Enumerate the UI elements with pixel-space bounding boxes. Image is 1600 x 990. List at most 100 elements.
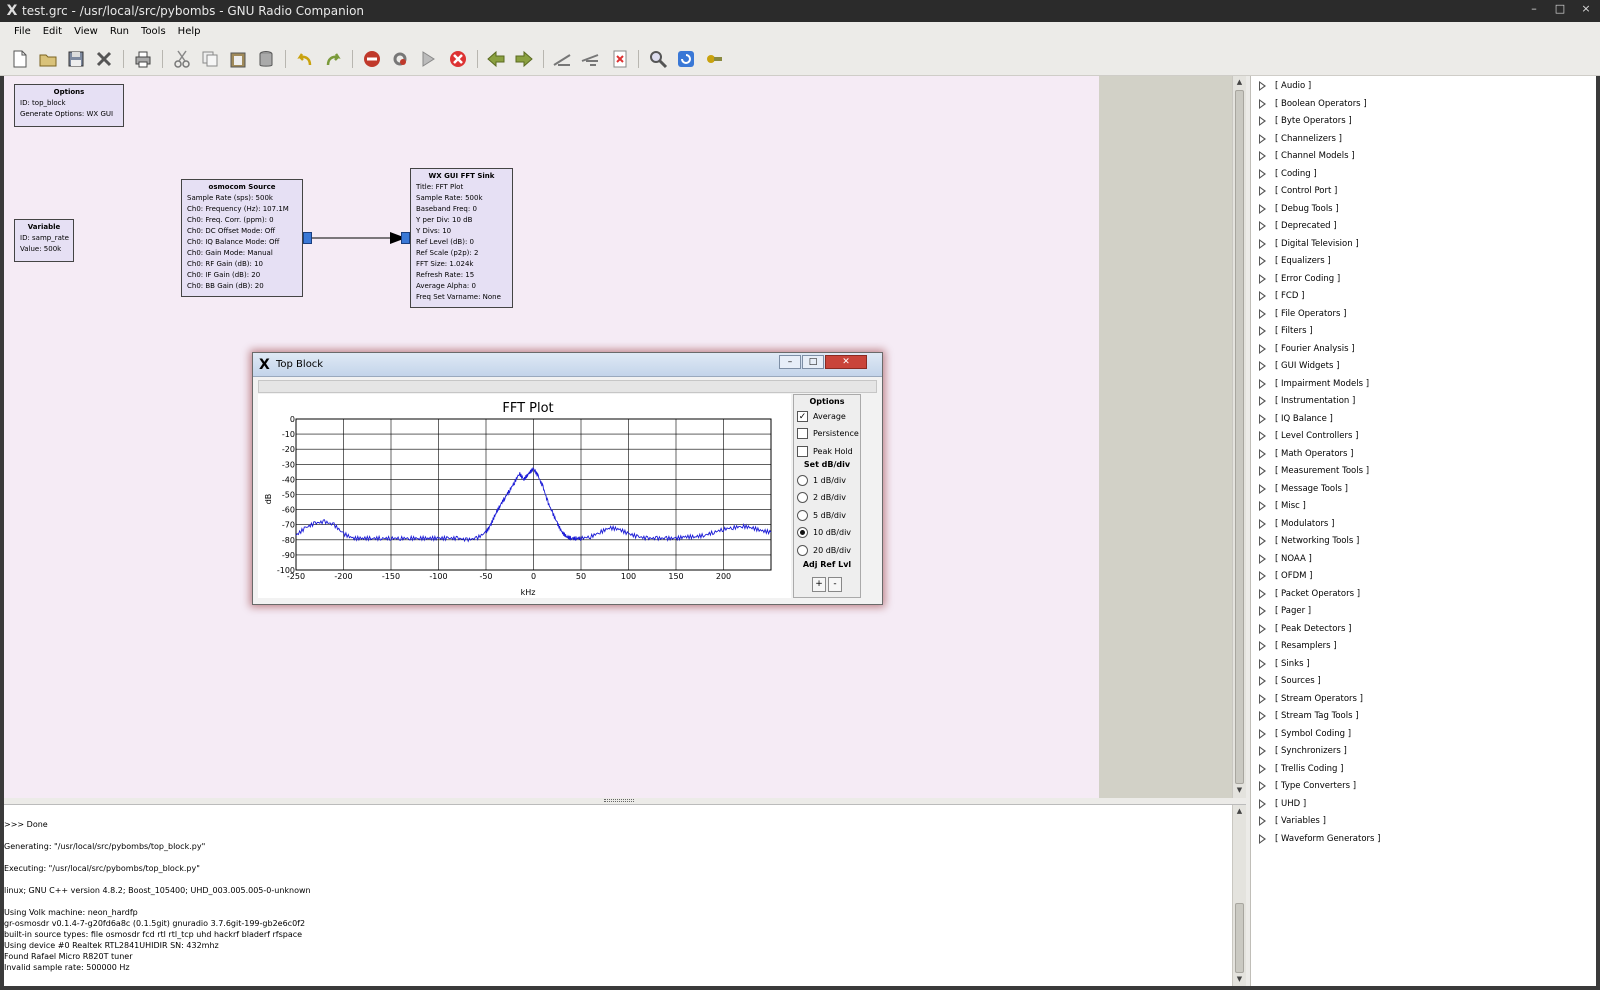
expand-arrow-icon[interactable] [1259,728,1267,739]
tree-category[interactable]: [ Byte Operators ] [1259,114,1352,128]
radio-icon[interactable] [797,509,808,521]
tree-category[interactable]: [ Deprecated ] [1259,219,1337,233]
tree-category[interactable]: [ Message Tools ] [1259,482,1348,496]
tree-category[interactable]: [ Synchronizers ] [1259,744,1347,758]
open-icon[interactable] [38,49,58,69]
undo-icon[interactable] [295,49,315,69]
menu-help[interactable]: Help [172,22,207,42]
tree-category[interactable]: [ Symbol Coding ] [1259,727,1351,741]
new-icon[interactable] [10,49,30,69]
expand-arrow-icon[interactable] [1259,536,1267,546]
errors-icon[interactable] [610,49,630,69]
radio-icon[interactable] [797,474,808,486]
tree-category[interactable]: [ Stream Operators ] [1259,692,1363,706]
execute-icon[interactable] [418,49,438,69]
expand-arrow-icon[interactable] [1259,133,1267,144]
expand-arrow-icon[interactable] [1259,431,1267,441]
tree-category[interactable]: [ Digital Television ] [1259,237,1359,251]
expand-arrow-icon[interactable] [1259,711,1267,721]
tree-category[interactable]: [ Misc ] [1259,499,1306,513]
top-block-maximize-button[interactable]: □ [802,355,824,369]
average-checkbox[interactable]: ✓ Average [797,410,846,422]
close-window-button[interactable]: × [1576,2,1596,16]
persistence-checkbox[interactable]: Persistence [797,427,859,439]
radio-1db[interactable]: 1 dB/div [797,474,846,486]
tree-category[interactable]: [ Packet Operators ] [1259,587,1360,601]
tree-category[interactable]: [ Measurement Tools ] [1259,464,1369,478]
radio-icon[interactable] [797,491,808,503]
expand-arrow-icon[interactable] [1259,361,1267,371]
expand-arrow-icon[interactable] [1259,588,1267,599]
expand-arrow-icon[interactable] [1259,221,1267,231]
expand-arrow-icon[interactable] [1259,798,1267,809]
radio-5db[interactable]: 5 dB/div [797,509,846,521]
expand-arrow-icon[interactable] [1259,256,1267,266]
expand-arrow-icon[interactable] [1259,273,1267,284]
tree-category[interactable]: [ Level Controllers ] [1259,429,1358,443]
checkbox-icon[interactable] [797,427,808,439]
radio-icon[interactable] [797,544,808,556]
tree-category[interactable]: [ OFDM ] [1259,569,1313,583]
expand-arrow-icon[interactable] [1259,448,1267,459]
minimize-button[interactable]: – [1524,2,1544,16]
radio-10db[interactable]: 10 dB/div [797,526,851,538]
checkbox-icon[interactable]: ✓ [797,410,808,422]
radio-icon[interactable] [797,526,808,538]
tree-category[interactable]: [ Pager ] [1259,604,1311,618]
tree-category[interactable]: [ Waveform Generators ] [1259,832,1380,846]
tree-category[interactable]: [ Equalizers ] [1259,254,1331,268]
tree-category[interactable]: [ IQ Balance ] [1259,412,1333,426]
reload-icon[interactable] [676,49,696,69]
tree-category[interactable]: [ Math Operators ] [1259,447,1353,461]
expand-arrow-icon[interactable] [1259,168,1267,179]
tree-category[interactable]: [ GUI Widgets ] [1259,359,1339,373]
save-icon[interactable] [66,49,86,69]
expand-arrow-icon[interactable] [1259,781,1267,791]
osmocom-source-block[interactable]: osmocom Source Sample Rate (sps): 500k C… [181,179,303,297]
scroll-up-icon[interactable]: ▲ [1235,78,1244,87]
expand-arrow-icon[interactable] [1259,378,1267,389]
tree-category[interactable]: [ Filters ] [1259,324,1313,338]
checkbox-icon[interactable] [797,445,808,457]
expand-arrow-icon[interactable] [1259,571,1267,581]
expand-arrow-icon[interactable] [1259,501,1267,511]
expand-arrow-icon[interactable] [1259,186,1267,196]
top-block-minimize-button[interactable]: – [779,355,801,369]
open-hier-icon[interactable] [704,49,724,69]
tree-category[interactable]: [ Resamplers ] [1259,639,1337,653]
expand-arrow-icon[interactable] [1259,291,1267,301]
rotate-cw-icon[interactable] [514,49,534,69]
expand-arrow-icon[interactable] [1259,763,1267,774]
enable-icon[interactable] [552,49,572,69]
close-icon[interactable] [94,49,114,69]
find-icon[interactable] [648,49,668,69]
tree-category[interactable]: [ Type Converters ] [1259,779,1356,793]
scroll-up-icon[interactable]: ▲ [1235,807,1244,816]
expand-arrow-icon[interactable] [1259,98,1267,109]
tree-category[interactable]: [ NOAA ] [1259,552,1312,566]
expand-arrow-icon[interactable] [1259,81,1267,91]
expand-arrow-icon[interactable] [1259,326,1267,336]
fft-sink-block[interactable]: WX GUI FFT Sink Title: FFT Plot Sample R… [410,168,513,308]
expand-arrow-icon[interactable] [1259,396,1267,406]
tree-category[interactable]: [ Networking Tools ] [1259,534,1359,548]
expand-arrow-icon[interactable] [1259,343,1267,354]
generate-icon[interactable] [390,49,410,69]
tree-category[interactable]: [ Trellis Coding ] [1259,762,1343,776]
paste-icon[interactable] [228,49,248,69]
tree-category[interactable]: [ Impairment Models ] [1259,377,1369,391]
tree-category[interactable]: [ FCD ] [1259,289,1304,303]
tree-category[interactable]: [ Coding ] [1259,167,1317,181]
tree-category[interactable]: [ Instrumentation ] [1259,394,1355,408]
tree-category[interactable]: [ Boolean Operators ] [1259,97,1367,111]
radio-2db[interactable]: 2 dB/div [797,491,846,503]
expand-arrow-icon[interactable] [1259,238,1267,249]
tree-category[interactable]: [ Sources ] [1259,674,1321,688]
tree-category[interactable]: [ Sinks ] [1259,657,1310,671]
menu-run[interactable]: Run [104,22,135,42]
menu-edit[interactable]: Edit [37,22,68,42]
options-block[interactable]: Options ID: top_block Generate Options: … [14,84,124,127]
kill-icon[interactable] [448,49,468,69]
menu-tools[interactable]: Tools [135,22,172,42]
expand-arrow-icon[interactable] [1259,623,1267,634]
